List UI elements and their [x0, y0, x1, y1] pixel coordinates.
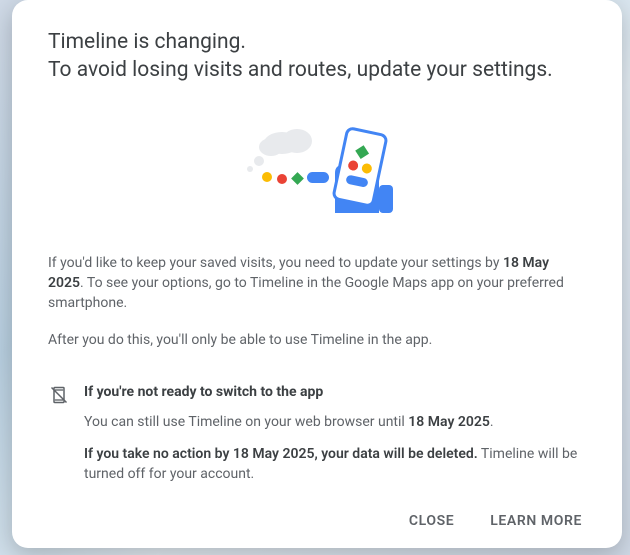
p1-post: . To see your options, go to Timeline in…: [48, 275, 564, 311]
no-phone-icon: [48, 384, 70, 406]
paragraph-2: After you do this, you'll only be able t…: [48, 330, 586, 350]
not-ready-section: If you're not ready to switch to the app…: [48, 384, 586, 497]
learn-more-button[interactable]: LEARN MORE: [486, 507, 586, 535]
cloud-icon: [247, 129, 312, 172]
dot-yellow-icon: [262, 172, 272, 182]
dialog-actions: CLOSE LEARN MORE: [48, 497, 586, 535]
diamond-green-icon: [291, 172, 304, 185]
section-line-2: If you take no action by 18 May 2025, yo…: [84, 444, 586, 485]
title-line-2: To avoid losing visits and routes, updat…: [48, 56, 586, 84]
sec1-deadline: 18 May 2025: [408, 414, 490, 430]
dialog-title: Timeline is changing. To avoid losing vi…: [48, 28, 586, 85]
sec1-post: .: [490, 414, 494, 430]
timeline-changing-dialog: Timeline is changing. To avoid losing vi…: [12, 0, 622, 548]
sec2-bold: If you take no action by 18 May 2025, yo…: [84, 446, 478, 462]
p1-pre: If you'd like to keep your saved visits,…: [48, 255, 503, 271]
section-heading: If you're not ready to switch to the app: [84, 384, 586, 400]
section-line-1: You can still use Timeline on your web b…: [84, 412, 586, 432]
close-button[interactable]: CLOSE: [405, 507, 458, 535]
pill-blue-icon: [307, 172, 329, 183]
paragraph-1: If you'd like to keep your saved visits,…: [48, 253, 586, 314]
hand-phone-illustration: [227, 125, 407, 225]
sec1-pre: You can still use Timeline on your web b…: [84, 414, 408, 430]
title-line-1: Timeline is changing.: [48, 28, 586, 56]
dot-red-icon: [277, 174, 287, 184]
